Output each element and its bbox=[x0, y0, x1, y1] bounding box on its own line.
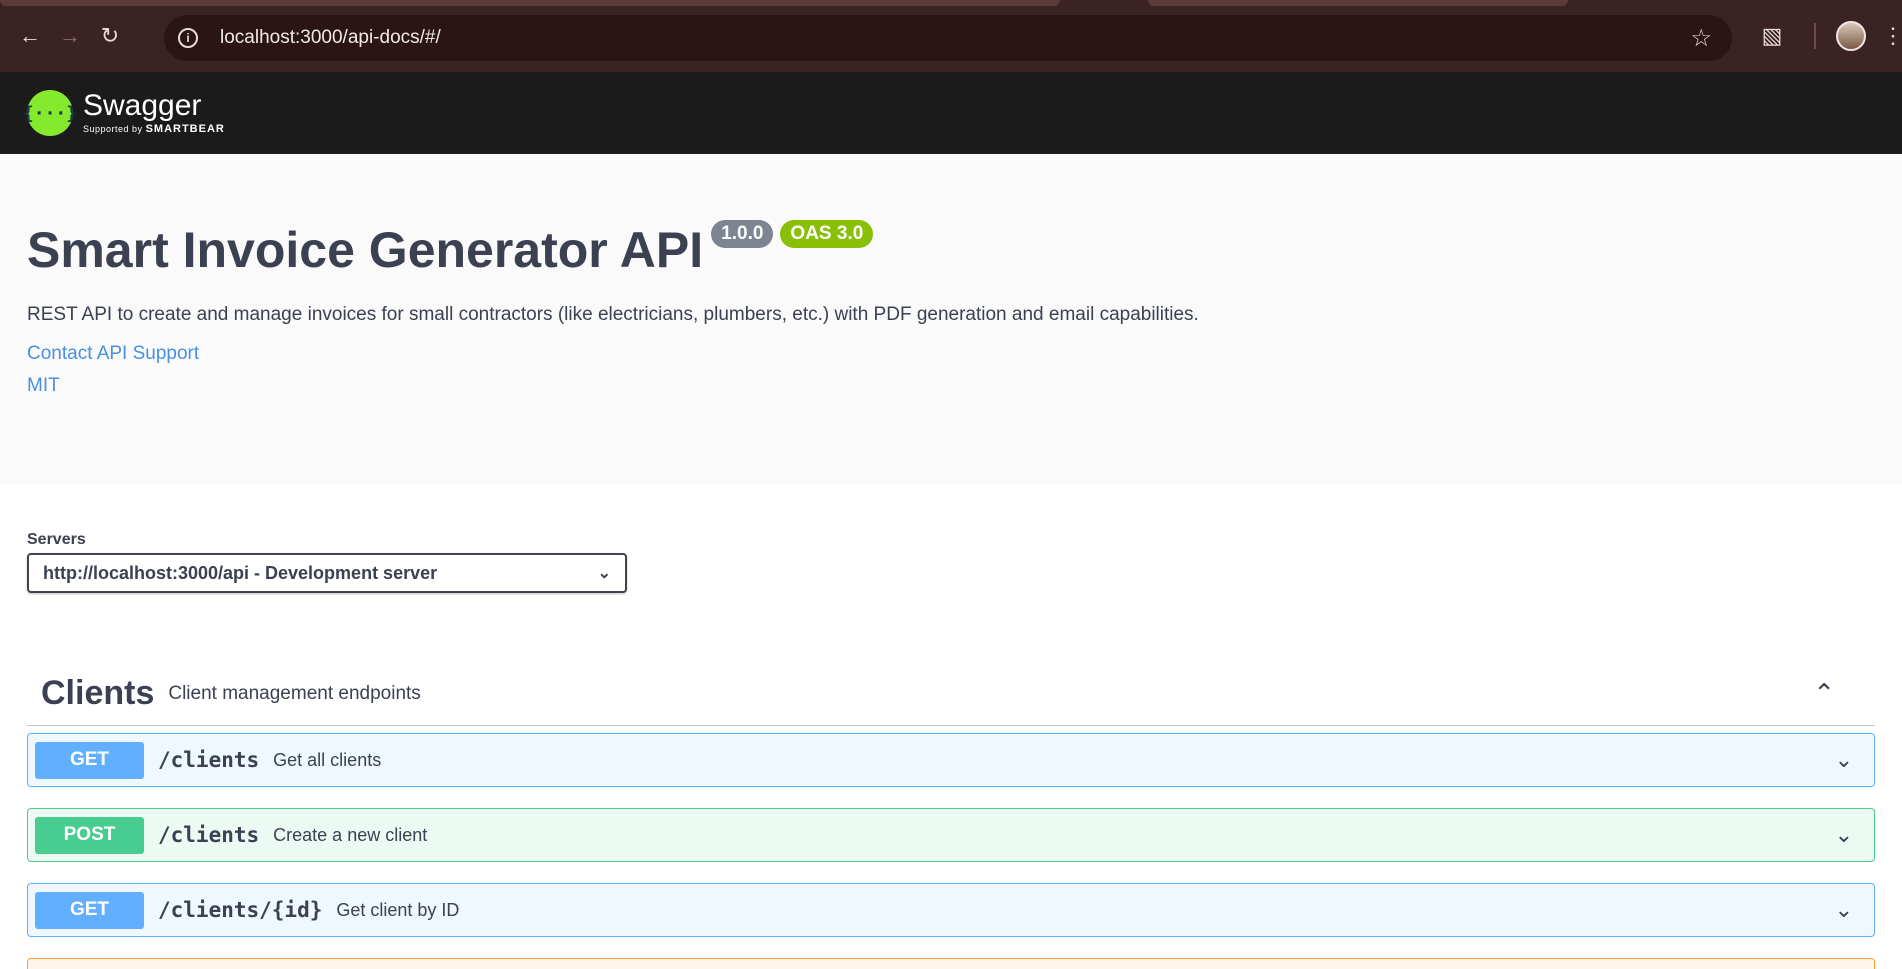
chevron-down-icon[interactable]: ⌄ bbox=[1835, 747, 1853, 773]
extensions-icon[interactable]: ▧ bbox=[1752, 16, 1792, 56]
opblock-post-clients[interactable]: POST /clients Create a new client ⌄ bbox=[27, 808, 1875, 862]
chevron-down-icon[interactable]: ⌄ bbox=[1835, 897, 1853, 923]
operation-path: /clients bbox=[158, 823, 260, 847]
operation-summary: Get all clients bbox=[273, 749, 382, 770]
swagger-topbar: {···} Swagger Supported by SMARTBEAR bbox=[0, 72, 1902, 154]
chevron-up-icon[interactable]: ⌃ bbox=[1813, 678, 1835, 709]
operation-path: /clients/{id} bbox=[158, 898, 323, 922]
toolbar-separator bbox=[1814, 23, 1816, 49]
operation-path: /clients bbox=[158, 748, 260, 772]
servers-section: Servers http://localhost:3000/api - Deve… bbox=[0, 484, 1902, 632]
opblock-get-clients[interactable]: GET /clients Get all clients ⌄ bbox=[27, 733, 1875, 787]
swagger-logo[interactable]: {···} Swagger Supported by SMARTBEAR bbox=[23, 89, 225, 136]
method-badge: GET bbox=[35, 891, 144, 929]
logo-name: Swagger bbox=[83, 89, 202, 122]
method-badge: GET bbox=[35, 741, 144, 779]
menu-icon[interactable]: ⋮ bbox=[1882, 23, 1902, 49]
oas-badge: OAS 3.0 bbox=[780, 220, 874, 248]
forward-icon[interactable]: → bbox=[50, 16, 90, 56]
contact-link[interactable]: Contact API Support bbox=[27, 343, 1875, 365]
bookmark-star-icon[interactable]: ☆ bbox=[1690, 24, 1712, 53]
tag-description: Client management endpoints bbox=[168, 682, 421, 704]
license-link[interactable]: MIT bbox=[27, 375, 1875, 397]
opblock-get-client-by-id[interactable]: GET /clients/{id} Get client by ID ⌄ bbox=[27, 883, 1875, 937]
address-url[interactable]: localhost:3000/api-docs/#/ bbox=[220, 27, 441, 49]
reload-icon[interactable]: ↻ bbox=[90, 16, 130, 56]
method-badge: POST bbox=[35, 816, 144, 854]
servers-select[interactable]: http://localhost:3000/api - Development … bbox=[27, 553, 627, 593]
operation-summary: Create a new client bbox=[273, 824, 428, 845]
servers-select-value: http://localhost:3000/api - Development … bbox=[43, 562, 438, 583]
site-info-icon[interactable]: i bbox=[178, 28, 198, 48]
opblock-put-peek[interactable] bbox=[27, 958, 1875, 969]
address-bar[interactable]: i localhost:3000/api-docs/#/ ☆ bbox=[164, 15, 1732, 61]
operation-summary: Get client by ID bbox=[336, 899, 460, 920]
browser-toolbar: ← → ↻ i localhost:3000/api-docs/#/ ☆ ▧ ⋮ bbox=[0, 0, 1902, 72]
api-info: Smart Invoice Generator API 1.0.0 OAS 3.… bbox=[0, 154, 1902, 484]
page-title: Smart Invoice Generator API bbox=[27, 222, 704, 278]
operations-section: Clients Client management endpoints ⌃ GE… bbox=[0, 632, 1902, 969]
swagger-logo-icon: {···} bbox=[23, 90, 77, 136]
browser-tab[interactable] bbox=[0, 0, 1060, 6]
browser-tab[interactable] bbox=[1148, 0, 1568, 6]
profile-avatar[interactable] bbox=[1836, 21, 1866, 51]
back-icon[interactable]: ← bbox=[10, 16, 50, 56]
tag-header-clients[interactable]: Clients Client management endpoints ⌃ bbox=[27, 662, 1875, 726]
servers-label: Servers bbox=[27, 531, 86, 548]
logo-subtitle: Supported by SMARTBEAR bbox=[83, 123, 225, 135]
chevron-down-icon: ⌄ bbox=[597, 565, 611, 582]
tag-name: Clients bbox=[41, 674, 155, 712]
api-description: REST API to create and manage invoices f… bbox=[27, 304, 1199, 325]
chevron-down-icon[interactable]: ⌄ bbox=[1835, 822, 1853, 848]
version-badge: 1.0.0 bbox=[711, 220, 774, 248]
